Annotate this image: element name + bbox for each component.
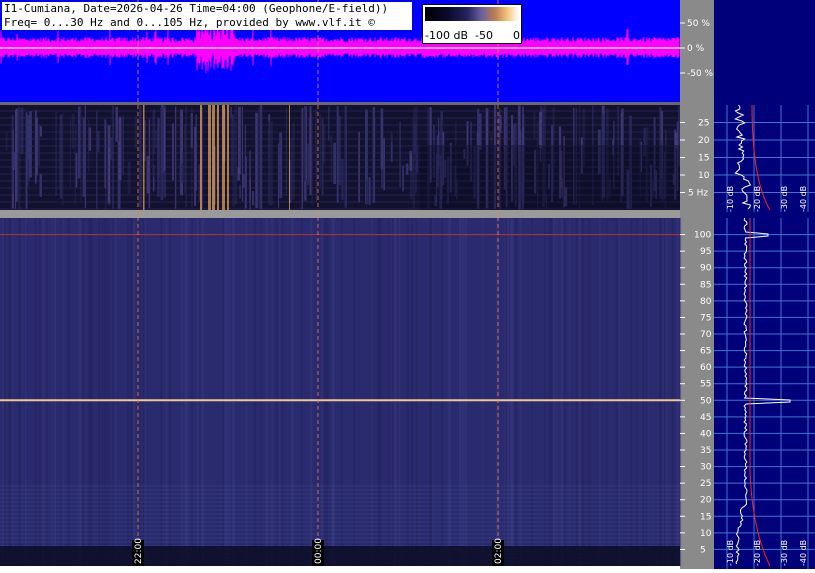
colorbar-label-max: 0 [513,29,520,42]
high-freq-tick-label: 40 [700,429,712,439]
waveform-y-tick-label: 50 % [687,19,710,29]
high-freq-tick-label: 15 [700,512,711,522]
high-freq-tick-label: 65 [700,347,711,357]
waveform-y-tick-label: -50 % [687,69,714,79]
high-freq-tick-label: 45 [700,413,711,423]
vlf-spectrogram-figure: 22:00 00:00 02:00 50 % 0 % -50 % 25 20 15 10 5 Hz 1… [0,0,815,569]
waveform-y-tick-label: 0 % [687,44,705,54]
high-freq-tick-label: 20 [700,496,712,506]
figure-header: I1-Cumiana, Date=2026-04-26 Time=04:00 (… [2,2,412,30]
low-freq-tick-label: 10 [698,171,710,181]
low-freq-tick-label: 20 [698,136,710,146]
high-freq-tick-label: 100 [694,231,711,241]
time-tick-label: 22:00 [134,538,144,564]
profile-db-label-top: -40 dB [799,186,808,212]
panel-separator [0,210,680,218]
high-freq-tick-label: 5 [700,545,706,555]
colorbar-label-min: -100 dB [425,29,468,42]
profile-db-label-bottom: -30 dB [780,540,789,566]
time-tick-label: 02:00 [494,538,504,564]
profile-db-label-bottom: -10 dB [726,540,735,566]
high-freq-tick-label: 25 [700,479,711,489]
high-freq-tick-label: 60 [700,363,712,373]
high-freq-tick-label: 70 [700,330,712,340]
profile-db-label-top: -30 dB [780,186,789,212]
profile-db-label-bottom: -20 dB [753,540,762,566]
profile-db-label-top: -20 dB [753,186,762,212]
high-freq-tick-label: 80 [700,297,712,307]
high-freq-tick-label: 35 [700,446,711,456]
high-freq-tick-label: 90 [700,264,712,274]
time-tick-label: 00:00 [314,538,324,564]
low-freq-tick-label: 25 [698,119,709,129]
high-freq-tick-label: 30 [700,463,712,473]
high-freq-tick-label: 10 [700,529,712,539]
station-date-title: I1-Cumiana, Date=2026-04-26 Time=04:00 (… [4,2,389,15]
colorbar-label-mid: -50 [475,29,493,42]
panel-separator [0,102,680,105]
high-freq-tick-label: 85 [700,280,711,290]
colorbar-legend: -100 dB -50 0 [422,4,522,44]
frequency-credit-line: Freq= 0...30 Hz and 0...105 Hz, provided… [4,16,375,29]
colorbar-gradient [425,7,519,21]
high-freq-tick-label: 50 [700,396,712,406]
figure-canvas: 22:00 00:00 02:00 50 % 0 % -50 % 25 20 15 10 5 Hz 1… [0,0,815,569]
high-freq-tick-label: 95 [700,247,711,257]
profile-db-label-top: -10 dB [726,186,735,212]
low-freq-tick-label: 15 [698,154,709,164]
profile-db-label-bottom: -40 dB [799,540,808,566]
high-freq-tick-label: 55 [700,380,711,390]
high-freq-tick-label: 75 [700,313,711,323]
low-freq-tick-label: 5 Hz [688,189,708,199]
